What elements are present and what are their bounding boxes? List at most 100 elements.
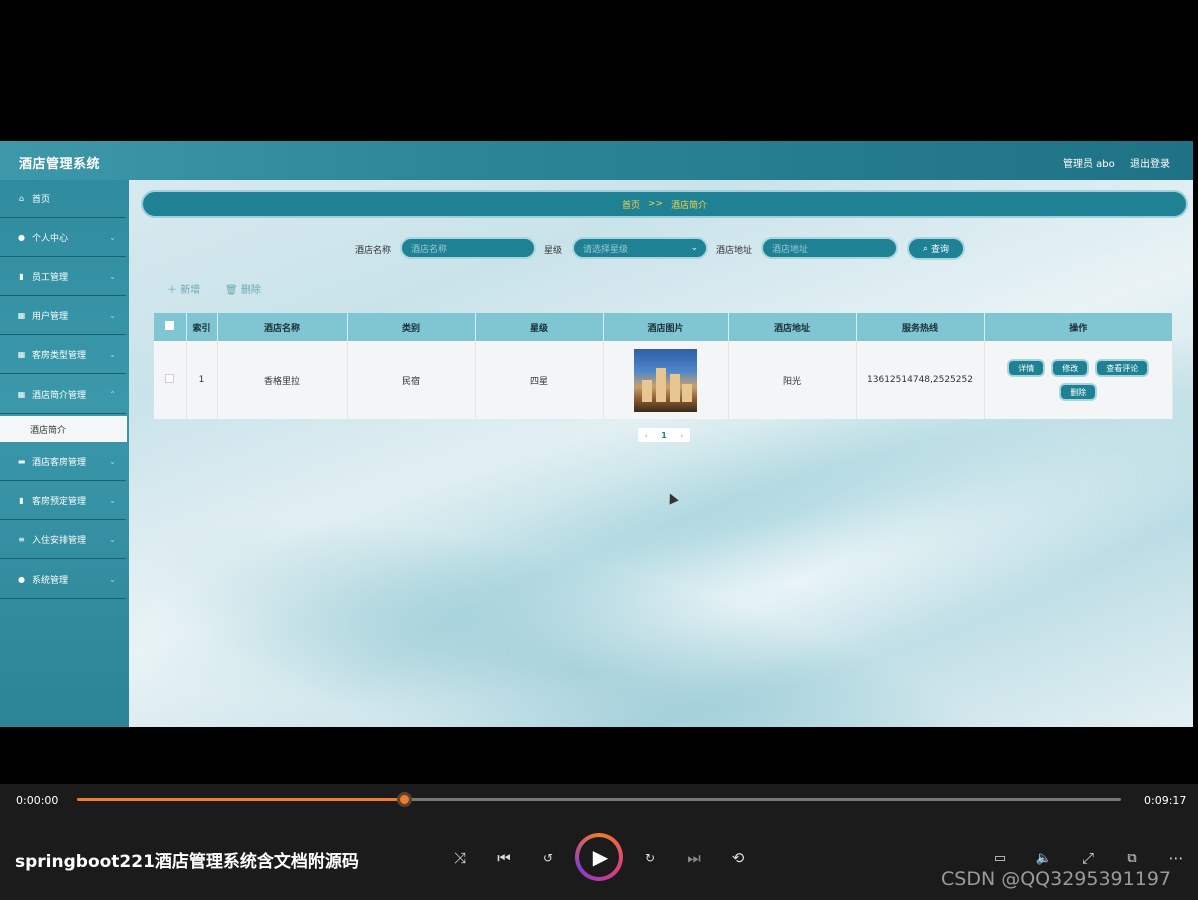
grid-icon: ▦ [17,311,26,320]
edit-button[interactable]: 修改 [1051,359,1090,377]
next-icon[interactable]: ⏭ [683,847,705,869]
sidebar-subitem-hotel-intro[interactable]: 酒店简介 [0,416,127,442]
address-cell: 阳光 [728,341,857,419]
sidebar-item-users[interactable]: ▦ 用户管理 ⌄ [0,297,126,335]
breadcrumb: 首页 >> 酒店简介 [141,190,1188,218]
play-icon: ▶ [592,845,609,869]
sidebar-item-label: 员工管理 [32,273,69,283]
column-header: 星级 [475,313,604,341]
search-icon: ⌕ [922,243,929,254]
subtitles-icon[interactable]: ▭ [989,847,1011,869]
sidebar-item-label: 入住安排管理 [32,536,87,546]
repeat-off-icon[interactable]: ⟲ [727,847,749,869]
chevron-down-icon: ⌄ [109,272,116,281]
rewind-10-icon[interactable]: ↺ [537,847,559,869]
add-button-label: 新增 [180,285,201,296]
hotel-table: 索引 酒店名称 类别 星级 酒店图片 酒店地址 服务热线 操作 1 香格里拉 民… [154,313,1173,419]
delete-button-label: 删除 [240,285,261,296]
play-button[interactable]: ▶ [575,833,623,881]
delete-button[interactable]: 🗑 删除 [225,281,261,296]
mini-player-icon[interactable]: ⧉ [1121,847,1143,869]
pagination: ‹ 1 › [638,428,690,442]
chevron-down-icon: ⌄ [109,350,116,359]
row-checkbox[interactable] [165,374,175,383]
column-header: 酒店图片 [603,313,729,341]
hotel-name-cell: 香格里拉 [217,341,348,419]
breadcrumb-home[interactable]: 首页 [622,198,640,211]
sidebar-item-room-types[interactable]: ▦ 客房类型管理 ⌄ [0,336,126,374]
grid-icon: ▦ [17,350,26,359]
query-button[interactable]: ⌕ 查询 [907,237,965,260]
sliders-icon: ≡ [18,535,25,544]
sidebar-item-system[interactable]: ● 系统管理 ⌄ [0,561,126,599]
table-row: 1 香格里拉 民宿 四星 阳光 13612514748,2525252 详情 修… [154,341,1173,419]
breadcrumb-current: 酒店简介 [671,200,708,211]
sidebar-item-label: 酒店简介管理 [32,391,87,401]
sidebar-item-checkin[interactable]: ≡ 入住安排管理 ⌄ [0,521,126,559]
current-time: 0:00:00 [16,794,59,807]
top-bar: 酒店管理系统 管理员 abo 退出登录 [0,141,1193,180]
sidebar-item-home[interactable]: ⌂ 首页 [0,180,126,218]
page-number[interactable]: 1 [661,431,667,440]
add-button[interactable]: ＋ 新增 [167,281,200,296]
sidebar-item-label: 个人中心 [32,234,69,244]
video-frame: 酒店管理系统 管理员 abo 退出登录 ⌂ 首页 ● 个人中心 ⌄ ▮ 员工管理… [0,0,1198,900]
hotel-address-label: 酒店地址 [716,246,753,256]
sidebar-item-personal-center[interactable]: ● 个人中心 ⌄ [0,219,126,257]
home-icon: ⌂ [18,194,25,203]
trash-icon: 🗑 [225,285,238,296]
star-select-value: 请选择星级 [583,244,629,255]
query-button-label: 查询 [931,245,950,255]
previous-icon[interactable]: ⏮ [493,847,515,869]
row-select-cell [154,341,187,419]
forward-30-icon[interactable]: ↻ [639,847,661,869]
column-header: 索引 [186,313,218,341]
type-cell: 民宿 [347,341,476,419]
volume-icon[interactable]: 🔈 [1033,847,1055,869]
plus-icon: ＋ [167,285,177,296]
hotline-cell: 13612514748,2525252 [856,341,985,419]
seek-bar[interactable] [77,792,1121,807]
bar-chart-icon: ▮ [19,496,24,505]
sidebar-item-staff[interactable]: ▮ 员工管理 ⌄ [0,258,126,296]
select-all-checkbox[interactable] [165,321,175,330]
sidebar-item-label: 系统管理 [32,576,69,586]
chevron-down-icon: ⌄ [690,243,698,253]
row-delete-button[interactable]: 删除 [1059,383,1098,401]
index-cell: 1 [186,341,218,419]
sidebar-item-label: 首页 [32,195,51,205]
sidebar-item-hotel-rooms[interactable]: ▬ 酒店客房管理 ⌄ [0,443,126,481]
chevron-down-icon: ⌄ [109,457,116,466]
next-page-button[interactable]: › [680,431,683,440]
star-label: 星级 [544,246,563,256]
user-icon: ● [18,575,25,584]
message-icon: ▬ [17,457,26,466]
seek-handle[interactable] [396,792,412,807]
select-all-cell [154,313,187,341]
prev-page-button[interactable]: ‹ [645,431,648,440]
shuffle-icon[interactable]: ⤨ [449,847,471,869]
chevron-up-icon: ⌃ [109,390,116,399]
total-time: 0:09:17 [1144,794,1187,807]
view-comments-button[interactable]: 查看评论 [1095,359,1150,377]
detail-button[interactable]: 详情 [1007,359,1046,377]
sidebar-item-reservations[interactable]: ▮ 客房预定管理 ⌄ [0,482,126,520]
hotel-name-input[interactable]: 酒店名称 [400,237,536,259]
hotel-image[interactable] [634,348,697,412]
chevron-down-icon: ⌄ [109,575,116,584]
sidebar-item-label: 客房预定管理 [32,497,87,507]
sidebar-item-hotel-intro[interactable]: ▦ 酒店简介管理 ⌃ [0,376,126,414]
hotel-address-input[interactable]: 酒店地址 [761,237,898,259]
chevron-down-icon: ⌄ [109,535,116,544]
seek-bar-progress [77,798,404,801]
video-player-controls: 0:00:00 0:09:17 springboot221酒店管理系统含文档附源… [0,784,1198,900]
column-header: 服务热线 [856,313,985,341]
hotel-image-cell [603,341,729,419]
column-header: 酒店名称 [217,313,348,341]
logout-link[interactable]: 退出登录 [1130,155,1170,170]
sidebar: ⌂ 首页 ● 个人中心 ⌄ ▮ 员工管理 ⌄ ▦ 用户管理 ⌄ ▦ 客房类型管理 [0,180,129,727]
star-select[interactable]: 请选择星级 ⌄ [572,237,708,259]
fullscreen-icon[interactable]: ⤢ [1077,847,1099,869]
more-options-icon[interactable]: ⋯ [1165,847,1187,869]
chevron-down-icon: ⌄ [109,496,116,505]
